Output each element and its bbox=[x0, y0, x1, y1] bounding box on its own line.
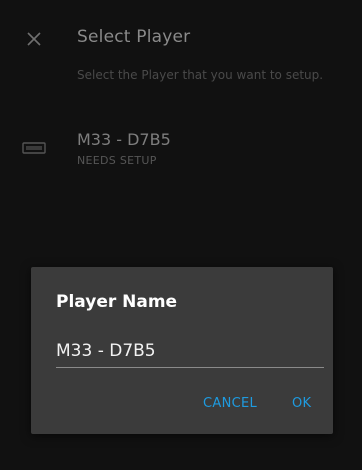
page-title: Select Player bbox=[77, 27, 191, 47]
player-name-dialog: Player Name M33 - D7B5 CANCEL OK bbox=[31, 267, 333, 434]
ok-button[interactable]: OK bbox=[292, 396, 311, 411]
player-name-input-value: M33 - D7B5 bbox=[56, 341, 156, 361]
player-name: M33 - D7B5 bbox=[77, 130, 171, 149]
dialog-actions: CANCEL OK bbox=[31, 390, 333, 420]
speaker-device-icon bbox=[22, 142, 46, 154]
close-icon bbox=[27, 32, 41, 46]
player-status: NEEDS SETUP bbox=[77, 154, 157, 167]
header: Select Player bbox=[0, 0, 362, 70]
page-subtitle: Select the Player that you want to setup… bbox=[77, 68, 324, 82]
cancel-button[interactable]: CANCEL bbox=[203, 396, 257, 411]
dialog-title: Player Name bbox=[56, 292, 178, 312]
player-name-input[interactable]: M33 - D7B5 bbox=[56, 337, 324, 368]
close-button[interactable] bbox=[20, 25, 48, 53]
player-list-item[interactable]: M33 - D7B5 NEEDS SETUP bbox=[0, 124, 362, 184]
